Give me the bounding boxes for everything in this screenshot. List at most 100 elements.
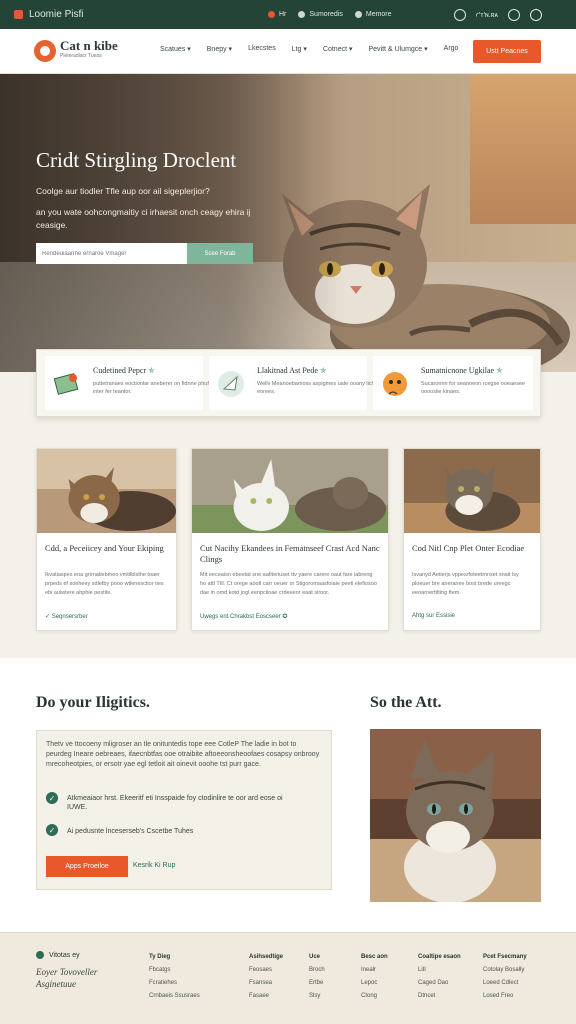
footer-link[interactable]: Inealr bbox=[361, 964, 388, 977]
section-heading-right: So the Att. bbox=[370, 694, 442, 711]
footer-tagline: Eoyer Tovoveller Asginetuue bbox=[36, 967, 98, 989]
mail-icon bbox=[354, 11, 362, 18]
hero-search-button[interactable]: Scee Forab bbox=[187, 243, 253, 264]
topbar-right: ꜥ'ᴛ'ɴ.ʀᴀ bbox=[453, 8, 542, 21]
hero-subtitle-2: an you wate oohcongmaitiy ci irhaesit on… bbox=[36, 207, 251, 230]
topbar-links: Hr Sumoredis Memore bbox=[268, 11, 392, 18]
nav-item-4[interactable]: Ltg ▾ bbox=[292, 45, 307, 53]
section-heading-left: Do your Iligitics. bbox=[36, 694, 150, 711]
card-image-3 bbox=[404, 449, 540, 533]
map-icon bbox=[53, 373, 79, 395]
section-cat-photo bbox=[370, 729, 541, 902]
footer-column-3: Uce Broch Ertbe Slsy bbox=[309, 951, 325, 1003]
footer-col-heading: Pcet Fsecmany bbox=[483, 954, 527, 960]
footer-link[interactable]: Caged Dao bbox=[418, 977, 461, 990]
nav-item-3[interactable]: Lkecstes bbox=[248, 45, 276, 53]
footer-column-4: Besc aon Inealr Lepoc Ctong bbox=[361, 951, 388, 1003]
pet-face-icon bbox=[383, 372, 407, 396]
feature-title-3: Sumatnicnone Ugkilae ✯ bbox=[421, 366, 503, 375]
feature-strip: Cudetined Pepcr ✯ puttetranaes eoctionla… bbox=[36, 349, 541, 417]
footer-link[interactable]: Feosaes bbox=[249, 964, 283, 977]
hero-subtitle-1: Coolge aur tiodler Tfle aup oor ail sige… bbox=[36, 186, 210, 196]
feature-title-2: Llakitnad Ast Pede ✯ bbox=[257, 366, 327, 375]
footer-link[interactable]: Crnbaeis Ssusraes bbox=[149, 990, 200, 1003]
footer-link[interactable]: Slsy bbox=[309, 990, 325, 1003]
check-icon: ✓ bbox=[46, 824, 58, 836]
footer-column-1: Ty Dieg Fbcatgs Fcratiehes Crnbaeis Ssus… bbox=[149, 951, 200, 1003]
topbar-brand[interactable]: Loomie Pisfi bbox=[14, 9, 83, 20]
footer-col-heading: Ty Dieg bbox=[149, 954, 171, 960]
footer-link[interactable]: Losed Freo bbox=[483, 990, 527, 1003]
feature-desc-2: Wellv Meanoebamoss aspigmes uate ooany l… bbox=[257, 381, 377, 395]
feature-title-text: Llakitnad Ast Pede bbox=[257, 366, 318, 375]
footer-link[interactable]: Cotolay Bosally bbox=[483, 964, 527, 977]
feature-card-1[interactable]: Cudetined Pepcr ✯ puttetranaes eoctionla… bbox=[45, 356, 209, 410]
footer-link[interactable]: Fsansea bbox=[249, 977, 283, 990]
footer-link[interactable]: Fcratiehes bbox=[149, 977, 200, 990]
card-title-1: Cdd, a Peceiicey and Your Ekiping bbox=[45, 543, 164, 553]
footer-link[interactable]: Fbcatgs bbox=[149, 964, 200, 977]
top-utility-bar: Loomie Pisfi Hr Sumoredis Memore ꜥ'ᴛ'ɴ.ʀ… bbox=[0, 0, 576, 29]
card-link-1[interactable]: ✓ Seqnsersrber bbox=[45, 613, 88, 620]
feature-card-2[interactable]: Llakitnad Ast Pede ✯ Wellv Meanoebamoss … bbox=[209, 356, 376, 410]
footer-link[interactable]: Broch bbox=[309, 964, 325, 977]
topbar-item-3[interactable]: Memore bbox=[354, 11, 392, 18]
nav-menu: Scatues ▾ Bnepy ▾ Lkecstes Ltg ▾ Cotnect… bbox=[160, 45, 458, 53]
footer-brand[interactable]: Vitotas ey bbox=[36, 951, 80, 959]
footer-link[interactable]: Lepoc bbox=[361, 977, 388, 990]
feature-desc-1: puttetranaes eoctionlar aneberer on fidn… bbox=[93, 381, 209, 395]
topbar-right-label: ꜥ'ᴛ'ɴ.ʀᴀ bbox=[475, 11, 498, 19]
settings-icon[interactable] bbox=[530, 8, 542, 21]
section-primary-button[interactable]: Apps Proeiloe bbox=[46, 856, 128, 877]
info-paragraph: Thetv ve ttocoeny mligroser an tle onitu… bbox=[46, 741, 320, 768]
card-link-2[interactable]: Uwegs ent Chrakbst Eoscseer ✪ bbox=[200, 613, 287, 620]
nav-item-2[interactable]: Bnepy ▾ bbox=[207, 45, 232, 53]
footer-col-heading: Besc aon bbox=[361, 954, 388, 960]
article-card-3[interactable]: Cod Nitl Cnp Plet Onter Ecodiae Isvanyd … bbox=[403, 448, 541, 631]
nav-cta-button[interactable]: Ustt Peacnes bbox=[473, 40, 541, 63]
article-card-1[interactable]: Cdd, a Peceiicey and Your Ekiping Ikvati… bbox=[36, 448, 177, 631]
footer-link[interactable]: Ertbe bbox=[309, 977, 325, 990]
topbar-item-2[interactable]: Sumoredis bbox=[298, 11, 343, 18]
logo-title: Cat n kibe Pleteradiacr Tueas bbox=[60, 39, 118, 62]
card-desc-2: Mit eeceaisn ebeetat sne aafiteriuset tt… bbox=[200, 572, 377, 596]
footer-link[interactable]: Litl bbox=[418, 964, 461, 977]
star-icon: ✯ bbox=[319, 366, 327, 375]
card-image-2 bbox=[192, 449, 388, 533]
card-title-2: Cut Nacihy Ekandees in Fematnseef Crast … bbox=[200, 543, 380, 564]
footer-link[interactable]: Dtncet bbox=[418, 990, 461, 1003]
globe-icon[interactable] bbox=[453, 8, 466, 21]
card-title-3: Cod Nitl Cnp Plet Onter Ecodiae bbox=[412, 543, 525, 553]
site-logo[interactable]: Cat n kibe Pleteradiacr Tueas bbox=[34, 39, 118, 62]
feature-card-3[interactable]: Sumatnicnone Ugkilae ✯ Sucaronnn for sea… bbox=[373, 356, 533, 410]
card-image-1 bbox=[37, 449, 176, 533]
nav-item-7[interactable]: Argo bbox=[444, 45, 459, 53]
user-icon[interactable] bbox=[508, 8, 520, 21]
footer-link[interactable]: Loeed Cdlect bbox=[483, 977, 527, 990]
check-icon: ✓ bbox=[46, 792, 58, 804]
feature-title-text: Sumatnicnone Ugkilae bbox=[421, 366, 495, 375]
phone-icon bbox=[298, 11, 306, 18]
footer-logo-icon bbox=[36, 951, 44, 959]
hero-search-input[interactable] bbox=[36, 243, 188, 264]
section-secondary-link[interactable]: Kesrik Ki Rup bbox=[133, 862, 175, 869]
star-icon: ✯ bbox=[148, 366, 155, 375]
footer-link[interactable]: Ctong bbox=[361, 990, 388, 1003]
topbar-item-1[interactable]: Hr bbox=[268, 11, 286, 18]
footer-column-2: Asihsedtige Feosaes Fsansea Fasaee bbox=[249, 951, 283, 1003]
topbar-brand-label: Loomie Pisfi bbox=[29, 9, 84, 20]
nav-item-5[interactable]: Cotnect ▾ bbox=[323, 45, 353, 53]
location-icon bbox=[268, 11, 275, 18]
card-desc-1: Ikvatiaspes eoa grirnatiebmeo vmtilblsth… bbox=[45, 572, 164, 596]
footer-col-heading: Asihsedtige bbox=[249, 954, 284, 960]
card-link-3[interactable]: Ahtg sur Essisie bbox=[412, 613, 455, 619]
topbar-item-label: Hr bbox=[279, 11, 287, 18]
cat-logo-icon bbox=[34, 40, 56, 62]
hero-title: Cridt Stirgling Droclent bbox=[36, 148, 237, 172]
footer-link[interactable]: Fasaee bbox=[249, 990, 283, 1003]
nav-item-1[interactable]: Scatues ▾ bbox=[160, 45, 191, 53]
nav-item-6[interactable]: Pevitt & Ulumgce ▾ bbox=[369, 45, 428, 53]
check-item-2: Ai pedusnte lnceserseb's Cscetbe Tuhes bbox=[67, 828, 194, 835]
feature-desc-3: Sucaronnn for seanoeon rcegse ooeaesee o… bbox=[421, 381, 525, 395]
article-card-2[interactable]: Cut Nacihy Ekandees in Fematnseef Crast … bbox=[191, 448, 389, 631]
